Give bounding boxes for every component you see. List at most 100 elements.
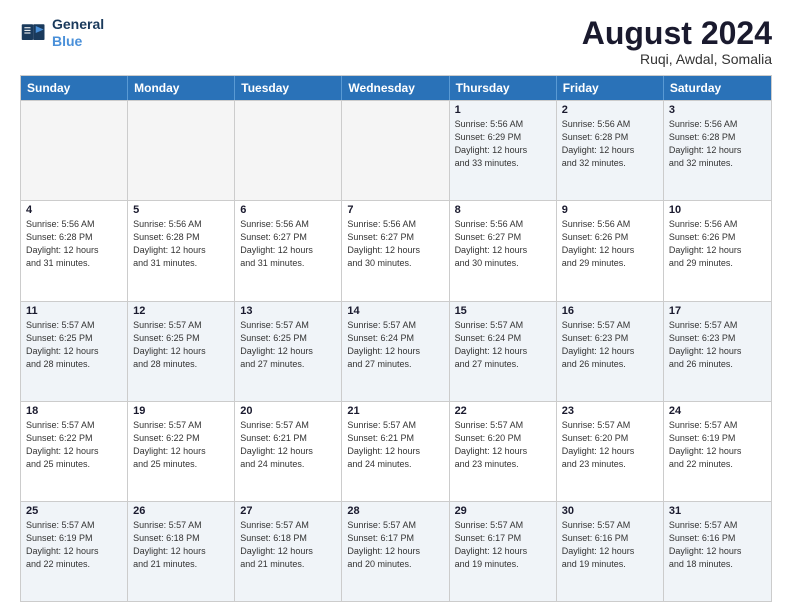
day-info: Sunrise: 5:57 AMSunset: 6:22 PMDaylight:… (26, 419, 122, 471)
day-info: Sunrise: 5:57 AMSunset: 6:17 PMDaylight:… (347, 519, 443, 571)
day-info: Sunrise: 5:56 AMSunset: 6:27 PMDaylight:… (455, 218, 551, 270)
day-number: 28 (347, 505, 443, 517)
day-number: 8 (455, 204, 551, 216)
day-number: 14 (347, 305, 443, 317)
calendar-week-3: 11 Sunrise: 5:57 AMSunset: 6:25 PMDayligh… (21, 301, 771, 401)
day-number: 6 (240, 204, 336, 216)
day-cell-9: 9 Sunrise: 5:56 AMSunset: 6:26 PMDaylight… (557, 201, 664, 300)
empty-cell (235, 101, 342, 200)
day-number: 13 (240, 305, 336, 317)
day-number: 2 (562, 104, 658, 116)
day-info: Sunrise: 5:57 AMSunset: 6:23 PMDaylight:… (669, 319, 766, 371)
day-info: Sunrise: 5:57 AMSunset: 6:18 PMDaylight:… (133, 519, 229, 571)
day-info: Sunrise: 5:56 AMSunset: 6:27 PMDaylight:… (347, 218, 443, 270)
day-number: 20 (240, 405, 336, 417)
day-info: Sunrise: 5:57 AMSunset: 6:16 PMDaylight:… (669, 519, 766, 571)
day-cell-2: 2 Sunrise: 5:56 AMSunset: 6:28 PMDaylight… (557, 101, 664, 200)
day-cell-6: 6 Sunrise: 5:56 AMSunset: 6:27 PMDaylight… (235, 201, 342, 300)
day-number: 7 (347, 204, 443, 216)
day-number: 21 (347, 405, 443, 417)
day-number: 30 (562, 505, 658, 517)
empty-cell (21, 101, 128, 200)
day-number: 11 (26, 305, 122, 317)
day-info: Sunrise: 5:57 AMSunset: 6:16 PMDaylight:… (562, 519, 658, 571)
day-number: 22 (455, 405, 551, 417)
day-cell-13: 13Sunrise: 5:57 AMSunset: 6:25 PMDayligh… (235, 302, 342, 401)
day-cell-18: 18Sunrise: 5:57 AMSunset: 6:22 PMDayligh… (21, 402, 128, 501)
month-year: August 2024 (582, 16, 772, 51)
day-info: Sunrise: 5:56 AMSunset: 6:26 PMDaylight:… (669, 218, 766, 270)
day-number: 25 (26, 505, 122, 517)
empty-cell (128, 101, 235, 200)
day-info: Sunrise: 5:57 AMSunset: 6:20 PMDaylight:… (562, 419, 658, 471)
page: General Blue August 2024 Ruqi, Awdal, So… (0, 0, 792, 612)
day-number: 19 (133, 405, 229, 417)
day-number: 24 (669, 405, 766, 417)
day-info: Sunrise: 5:56 AMSunset: 6:27 PMDaylight:… (240, 218, 336, 270)
day-number: 16 (562, 305, 658, 317)
day-cell-4: 4 Sunrise: 5:56 AMSunset: 6:28 PMDaylight… (21, 201, 128, 300)
calendar-week-1: 1Sunrise: 5:56 AMSunset: 6:29 PMDaylight… (21, 100, 771, 200)
day-number: 29 (455, 505, 551, 517)
day-cell-17: 17 Sunrise: 5:57 AMSunset: 6:23 PMDayligh… (664, 302, 771, 401)
day-info: Sunrise: 5:57 AMSunset: 6:20 PMDaylight:… (455, 419, 551, 471)
day-cell-8: 8 Sunrise: 5:56 AMSunset: 6:27 PMDaylight… (450, 201, 557, 300)
day-number: 1 (455, 104, 551, 116)
day-number: 9 (562, 204, 658, 216)
calendar-week-5: 25 Sunrise: 5:57 AMSunset: 6:19 PMDayligh… (21, 501, 771, 601)
day-number: 4 (26, 204, 122, 216)
empty-cell (342, 101, 449, 200)
day-info: Sunrise: 5:57 AMSunset: 6:25 PMDaylight:… (133, 319, 229, 371)
day-info: Sunrise: 5:57 AMSunset: 6:24 PMDaylight:… (347, 319, 443, 371)
header-day-monday: Monday (128, 76, 235, 100)
day-cell-15: 15Sunrise: 5:57 AMSunset: 6:24 PMDayligh… (450, 302, 557, 401)
day-number: 12 (133, 305, 229, 317)
day-cell-1: 1Sunrise: 5:56 AMSunset: 6:29 PMDaylight… (450, 101, 557, 200)
day-info: Sunrise: 5:56 AMSunset: 6:28 PMDaylight:… (562, 118, 658, 170)
header-day-saturday: Saturday (664, 76, 771, 100)
day-info: Sunrise: 5:56 AMSunset: 6:26 PMDaylight:… (562, 218, 658, 270)
day-info: Sunrise: 5:57 AMSunset: 6:17 PMDaylight:… (455, 519, 551, 571)
day-cell-12: 12 Sunrise: 5:57 AMSunset: 6:25 PMDayligh… (128, 302, 235, 401)
day-info: Sunrise: 5:57 AMSunset: 6:22 PMDaylight:… (133, 419, 229, 471)
day-info: Sunrise: 5:57 AMSunset: 6:19 PMDaylight:… (669, 419, 766, 471)
day-info: Sunrise: 5:57 AMSunset: 6:24 PMDaylight:… (455, 319, 551, 371)
day-cell-14: 14 Sunrise: 5:57 AMSunset: 6:24 PMDayligh… (342, 302, 449, 401)
header-day-thursday: Thursday (450, 76, 557, 100)
day-info: Sunrise: 5:56 AMSunset: 6:28 PMDaylight:… (26, 218, 122, 270)
day-cell-5: 5Sunrise: 5:56 AMSunset: 6:28 PMDaylight… (128, 201, 235, 300)
day-cell-28: 28 Sunrise: 5:57 AMSunset: 6:17 PMDayligh… (342, 502, 449, 601)
day-cell-22: 22 Sunrise: 5:57 AMSunset: 6:20 PMDayligh… (450, 402, 557, 501)
day-info: Sunrise: 5:57 AMSunset: 6:21 PMDaylight:… (347, 419, 443, 471)
day-cell-11: 11 Sunrise: 5:57 AMSunset: 6:25 PMDayligh… (21, 302, 128, 401)
day-cell-10: 10 Sunrise: 5:56 AMSunset: 6:26 PMDayligh… (664, 201, 771, 300)
day-cell-26: 26Sunrise: 5:57 AMSunset: 6:18 PMDayligh… (128, 502, 235, 601)
day-cell-21: 21 Sunrise: 5:57 AMSunset: 6:21 PMDayligh… (342, 402, 449, 501)
header-day-sunday: Sunday (21, 76, 128, 100)
day-info: Sunrise: 5:56 AMSunset: 6:28 PMDaylight:… (669, 118, 766, 170)
day-cell-7: 7 Sunrise: 5:56 AMSunset: 6:27 PMDaylight… (342, 201, 449, 300)
calendar-week-2: 4 Sunrise: 5:56 AMSunset: 6:28 PMDaylight… (21, 200, 771, 300)
day-cell-19: 19 Sunrise: 5:57 AMSunset: 6:22 PMDayligh… (128, 402, 235, 501)
calendar-week-4: 18Sunrise: 5:57 AMSunset: 6:22 PMDayligh… (21, 401, 771, 501)
location: Ruqi, Awdal, Somalia (582, 51, 772, 67)
day-info: Sunrise: 5:57 AMSunset: 6:19 PMDaylight:… (26, 519, 122, 571)
day-cell-25: 25 Sunrise: 5:57 AMSunset: 6:19 PMDayligh… (21, 502, 128, 601)
logo-line1: General (52, 16, 104, 33)
day-cell-29: 29 Sunrise: 5:57 AMSunset: 6:17 PMDayligh… (450, 502, 557, 601)
day-info: Sunrise: 5:57 AMSunset: 6:25 PMDaylight:… (26, 319, 122, 371)
day-cell-24: 24 Sunrise: 5:57 AMSunset: 6:19 PMDayligh… (664, 402, 771, 501)
day-info: Sunrise: 5:57 AMSunset: 6:18 PMDaylight:… (240, 519, 336, 571)
day-cell-30: 30 Sunrise: 5:57 AMSunset: 6:16 PMDayligh… (557, 502, 664, 601)
day-number: 10 (669, 204, 766, 216)
day-number: 17 (669, 305, 766, 317)
day-info: Sunrise: 5:56 AMSunset: 6:28 PMDaylight:… (133, 218, 229, 270)
day-cell-23: 23Sunrise: 5:57 AMSunset: 6:20 PMDayligh… (557, 402, 664, 501)
day-info: Sunrise: 5:57 AMSunset: 6:21 PMDaylight:… (240, 419, 336, 471)
day-cell-31: 31Sunrise: 5:57 AMSunset: 6:16 PMDayligh… (664, 502, 771, 601)
day-number: 3 (669, 104, 766, 116)
day-cell-27: 27Sunrise: 5:57 AMSunset: 6:18 PMDayligh… (235, 502, 342, 601)
header-day-tuesday: Tuesday (235, 76, 342, 100)
logo-text: General Blue (52, 16, 104, 50)
logo: General Blue (20, 16, 104, 50)
